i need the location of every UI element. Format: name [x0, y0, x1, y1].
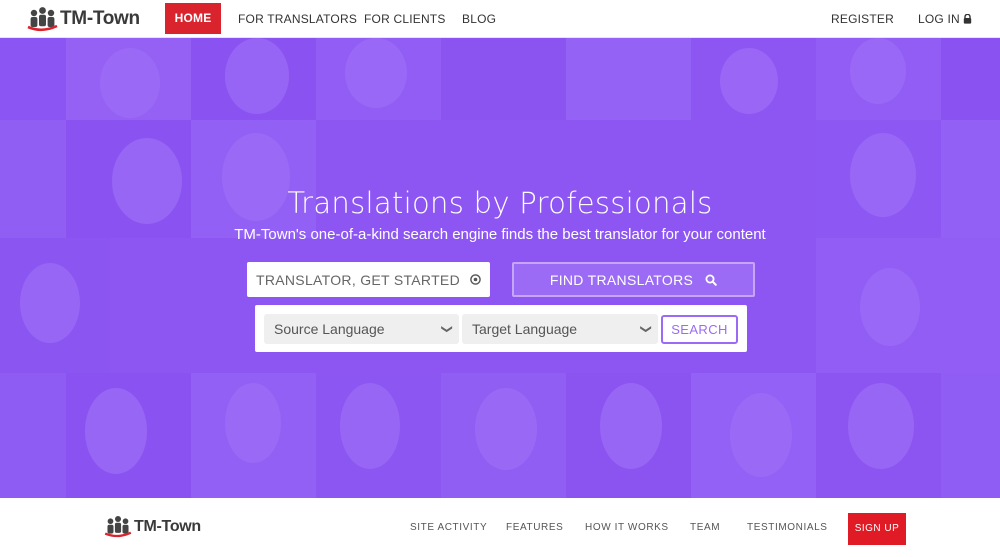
footer-team[interactable]: TEAM [690, 522, 720, 533]
source-language-value: Source Language [274, 321, 385, 337]
chevron-down-icon: ❮ [639, 324, 652, 334]
lock-icon [964, 13, 972, 24]
hero-color-overlay [0, 38, 1000, 498]
target-language-select[interactable]: Target Language ❮ [462, 314, 658, 344]
brand-name: TM-Town [60, 8, 140, 29]
target-language-value: Target Language [472, 321, 578, 337]
footer-navbar: TM-Town SITE ACTIVITY FEATURES HOW IT WO… [0, 498, 1000, 557]
site-logo[interactable]: TM-Town [27, 6, 140, 32]
find-translators-label: FIND TRANSLATORS [549, 271, 694, 288]
sign-up-button[interactable]: SIGN UP [848, 513, 906, 545]
footer-how-it-works[interactable]: HOW IT WORKS [585, 522, 669, 533]
nav-log-in[interactable]: LOG IN [918, 0, 972, 38]
arrow-circle-icon [470, 274, 481, 285]
footer-logo[interactable]: TM-Town [104, 515, 201, 538]
footer-site-activity[interactable]: SITE ACTIVITY [410, 522, 487, 533]
nav-for-clients[interactable]: FOR CLIENTS [364, 0, 446, 38]
footer-testimonials[interactable]: TESTIMONIALS [747, 522, 828, 533]
nav-register[interactable]: REGISTER [831, 0, 894, 38]
footer-features[interactable]: FEATURES [506, 522, 563, 533]
translator-get-started-label: TRANSLATOR, GET STARTED [256, 271, 460, 288]
language-search-panel: Source Language ❮ Target Language ❮ SEAR… [255, 305, 747, 352]
people-group-icon [104, 515, 132, 538]
search-button[interactable]: SEARCH [661, 315, 738, 344]
translator-get-started-button[interactable]: TRANSLATOR, GET STARTED [247, 262, 490, 297]
hero-section: Translations by Professionals TM-Town's … [0, 38, 1000, 498]
people-group-icon [27, 7, 58, 32]
nav-for-translators[interactable]: FOR TRANSLATORS [238, 0, 357, 38]
top-navbar: TM-Town HOME FOR TRANSLATORS FOR CLIENTS… [0, 0, 1000, 38]
log-in-label: LOG IN [918, 12, 960, 26]
search-icon [705, 274, 717, 286]
footer-brand-name: TM-Town [134, 517, 201, 535]
find-translators-button[interactable]: FIND TRANSLATORS [512, 262, 755, 297]
source-language-select[interactable]: Source Language ❮ [264, 314, 459, 344]
nav-home-button[interactable]: HOME [165, 3, 221, 34]
hero-subtitle: TM-Town's one-of-a-kind search engine fi… [234, 226, 766, 243]
nav-blog[interactable]: BLOG [462, 0, 496, 38]
chevron-down-icon: ❮ [440, 324, 453, 334]
hero-title: Translations by Professionals [287, 186, 713, 220]
